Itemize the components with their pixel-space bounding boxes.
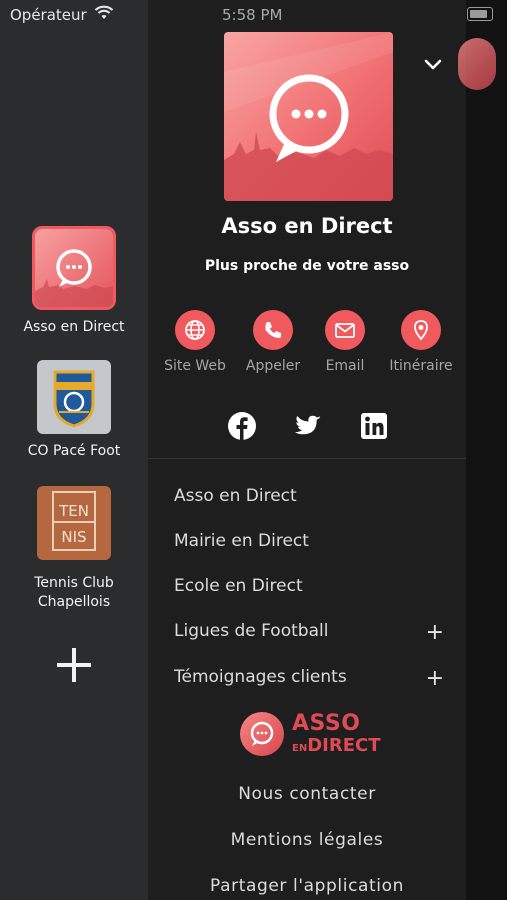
app-hero-logo [224, 32, 393, 201]
battery-icon [467, 7, 493, 21]
carrier-label: Opérateur [10, 6, 87, 24]
app-title: Asso en Direct [221, 214, 393, 238]
globe-icon [175, 310, 215, 350]
action-label: Email [325, 358, 365, 374]
brand-line-2: ENDIRECT [292, 736, 381, 759]
expand-plus-icon[interactable]: + [426, 620, 444, 645]
action-site-web[interactable]: Site Web [155, 310, 235, 374]
link-mentions-legales[interactable]: Mentions légales [148, 830, 466, 850]
linkedin-icon[interactable] [358, 410, 390, 442]
svg-text:NIS: NIS [61, 528, 86, 546]
action-email[interactable]: Email [305, 310, 385, 374]
menu-item-label: Témoignages clients [174, 667, 347, 687]
menu-item-label: Ecole en Direct [174, 576, 303, 596]
app-switcher-rail: Asso en Direct CO Pacé Foot TEN NIS Tenn… [0, 0, 148, 900]
menu-item-ecole-en-direct[interactable]: Ecole en Direct [174, 576, 444, 596]
asso-en-direct-brand-logo: ASSO ENDIRECT [240, 712, 381, 759]
rail-app-label: Tennis Club Chapellois [34, 575, 114, 610]
map-pin-icon [401, 310, 441, 350]
action-label: Site Web [164, 358, 226, 374]
phone-icon [253, 310, 293, 350]
tennis-club-logo: TEN NIS [37, 486, 111, 560]
brand-line-2-main: DIRECT [307, 735, 381, 756]
clock: 5:58 PM [222, 6, 283, 24]
chevron-down-icon[interactable] [422, 56, 444, 72]
expand-plus-icon[interactable]: + [426, 666, 444, 691]
divider [148, 458, 466, 459]
menu-item-label: Mairie en Direct [174, 531, 309, 551]
facebook-icon[interactable] [226, 410, 258, 442]
link-partager-application[interactable]: Partager l'application [148, 876, 466, 896]
co-pace-foot-logo [37, 360, 111, 434]
action-itineraire[interactable]: Itinéraire [381, 310, 461, 374]
rail-app-label: CO Pacé Foot [27, 443, 121, 459]
side-drawer: Asso en Direct Plus proche de votre asso… [148, 0, 466, 900]
menu-item-temoignages-clients[interactable]: Témoignages clients + [174, 666, 444, 691]
action-appeler[interactable]: Appeler [233, 310, 313, 374]
menu-item-asso-en-direct[interactable]: Asso en Direct [174, 486, 444, 506]
asso-en-direct-logo [32, 226, 116, 310]
underlying-screen[interactable] [466, 0, 507, 900]
rail-app-asso-en-direct[interactable]: Asso en Direct [0, 226, 148, 337]
menu-item-label: Asso en Direct [174, 486, 297, 506]
wifi-icon [94, 5, 114, 19]
app-subtitle: Plus proche de votre asso [204, 258, 410, 274]
menu-item-ligues-de-football[interactable]: Ligues de Football + [174, 620, 444, 645]
status-bar: Opérateur 5:58 PM [0, 0, 507, 28]
rail-app-co-pace-foot[interactable]: CO Pacé Foot [0, 360, 148, 461]
rail-app-label: Asso en Direct [23, 319, 125, 335]
brand-line-1: ASSO [292, 711, 361, 736]
chat-bubble-icon [240, 712, 284, 756]
brand-line-2-prefix: EN [292, 743, 308, 754]
rail-app-tennis-club-chapellois[interactable]: TEN NIS Tennis Club Chapellois [0, 486, 148, 612]
action-label: Itinéraire [389, 358, 453, 374]
add-app-button[interactable] [57, 648, 91, 682]
peek-app-avatar[interactable] [458, 38, 496, 90]
svg-text:TEN: TEN [58, 502, 89, 520]
twitter-icon[interactable] [292, 410, 324, 442]
action-label: Appeler [245, 358, 301, 374]
link-nous-contacter[interactable]: Nous contacter [148, 784, 466, 804]
menu-item-label: Ligues de Football [174, 621, 329, 641]
envelope-icon [325, 310, 365, 350]
brand-wordmark: ASSO ENDIRECT [292, 712, 381, 759]
menu-item-mairie-en-direct[interactable]: Mairie en Direct [174, 531, 444, 551]
